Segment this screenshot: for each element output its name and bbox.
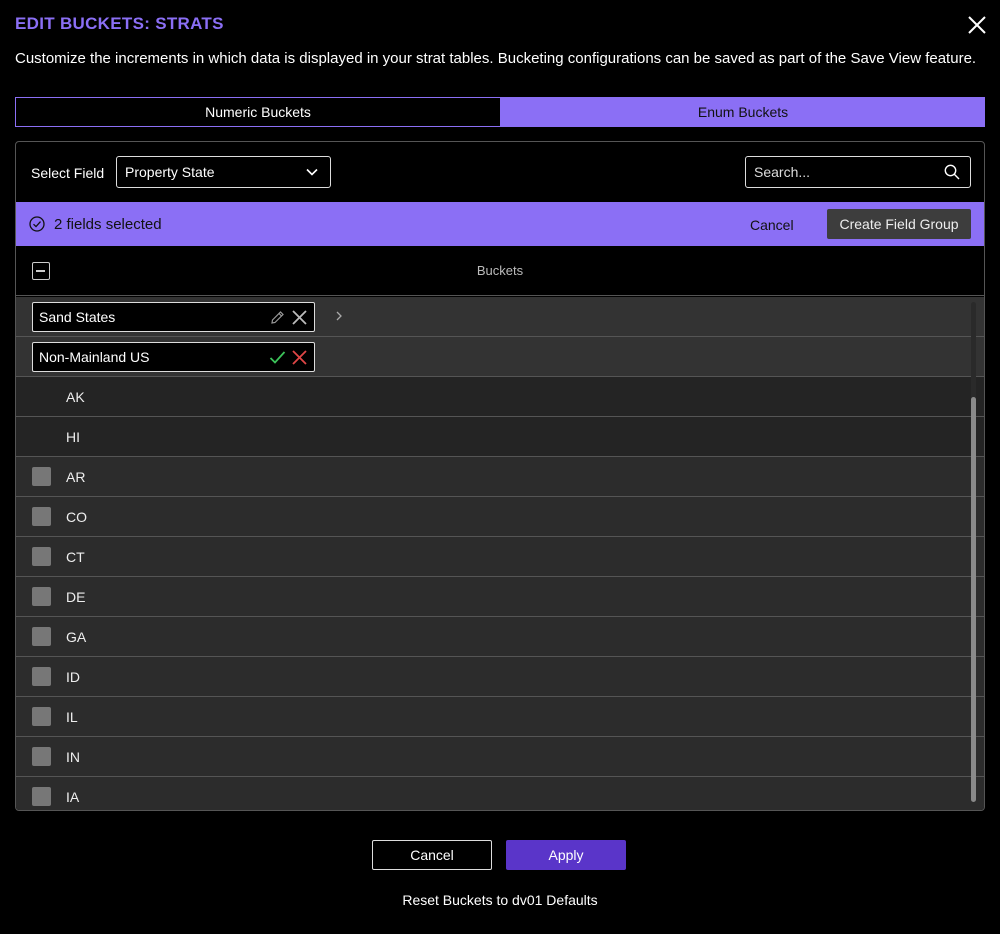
cancel-selection-button[interactable]: Cancel [750, 217, 794, 233]
buckets-list: Sand States Non-Mainland US AK HI AR CO … [16, 297, 984, 810]
bucket-checkbox[interactable] [32, 587, 51, 606]
field-select[interactable]: Property State [116, 156, 331, 188]
delete-icon[interactable] [291, 309, 308, 326]
search-icon[interactable] [944, 164, 960, 180]
bucket-checkbox[interactable] [32, 667, 51, 686]
pencil-icon[interactable] [269, 309, 286, 326]
bucket-row: CT [16, 537, 984, 577]
bucket-row: GA [16, 617, 984, 657]
bucket-value: AK [66, 389, 85, 405]
selection-bar: 2 fields selected Cancel Create Field Gr… [16, 202, 984, 246]
bucket-value: GA [66, 629, 87, 645]
group-child-row: HI [16, 417, 984, 457]
bucket-checkbox[interactable] [32, 507, 51, 526]
bucket-value: DE [66, 589, 86, 605]
search-input[interactable] [754, 164, 934, 180]
buckets-panel: Select Field Property State 2 fields sel… [15, 141, 985, 811]
bucket-value: HI [66, 429, 80, 445]
reset-buckets-link[interactable]: Reset Buckets to dv01 Defaults [0, 892, 1000, 908]
bucket-row: IN [16, 737, 984, 777]
tab-enum-buckets[interactable]: Enum Buckets [501, 97, 985, 127]
group-name: Non-Mainland US [39, 349, 150, 365]
buckets-header: Buckets [16, 246, 984, 296]
dialog-title: EDIT BUCKETS: STRATS [15, 14, 224, 33]
confirm-check-icon[interactable] [269, 349, 286, 366]
bucket-value: IA [66, 789, 80, 805]
cancel-x-icon[interactable] [291, 349, 308, 366]
group-child-row: AK [16, 377, 984, 417]
group-name-field[interactable]: Sand States [32, 302, 315, 332]
bucket-value: CO [66, 509, 87, 525]
select-field-label: Select Field [31, 165, 105, 181]
check-circle-icon [29, 216, 45, 232]
cancel-button[interactable]: Cancel [372, 840, 492, 870]
create-field-group-button[interactable]: Create Field Group [827, 209, 971, 239]
bucket-row: ID [16, 657, 984, 697]
group-row: Sand States [16, 297, 984, 337]
bucket-row: DE [16, 577, 984, 617]
bucket-row: IL [16, 697, 984, 737]
bucket-value: AR [66, 469, 86, 485]
field-select-value: Property State [125, 164, 215, 180]
apply-button[interactable]: Apply [506, 840, 626, 870]
search-box [745, 156, 971, 188]
bucket-row: AR [16, 457, 984, 497]
bucket-value: CT [66, 549, 85, 565]
bucket-value: IL [66, 709, 78, 725]
bucket-value: IN [66, 749, 80, 765]
group-name-field[interactable]: Non-Mainland US [32, 342, 315, 372]
buckets-header-label: Buckets [476, 263, 524, 278]
group-row: Non-Mainland US [16, 337, 984, 377]
bucket-checkbox[interactable] [32, 547, 51, 566]
group-name: Sand States [39, 309, 116, 325]
selected-count: 2 fields selected [54, 216, 162, 233]
bucket-checkbox[interactable] [32, 467, 51, 486]
bucket-checkbox[interactable] [32, 707, 51, 726]
chevron-right-icon[interactable] [334, 310, 344, 322]
dialog-description: Customize the increments in which data i… [15, 50, 977, 67]
bucket-tabs: Numeric Buckets Enum Buckets [15, 97, 985, 127]
bucket-row: CO [16, 497, 984, 537]
scrollbar-thumb[interactable] [971, 397, 976, 802]
bucket-row: IA [16, 777, 984, 810]
tab-numeric-buckets[interactable]: Numeric Buckets [15, 97, 501, 127]
close-icon[interactable] [966, 14, 988, 36]
bucket-checkbox[interactable] [32, 787, 51, 806]
bucket-checkbox[interactable] [32, 747, 51, 766]
bucket-checkbox[interactable] [32, 627, 51, 646]
bucket-value: ID [66, 669, 80, 685]
chevron-down-icon [306, 168, 318, 176]
